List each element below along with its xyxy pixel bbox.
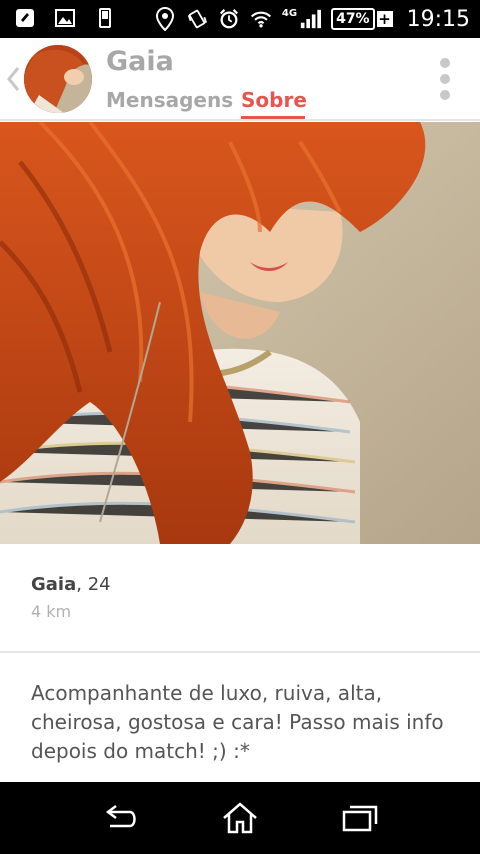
gallery-icon [54, 7, 76, 29]
tab-mensagens[interactable]: Mensagens [106, 88, 233, 112]
clock: 19:15 [406, 6, 470, 32]
profile-info: Gaia, 24 4 km [0, 545, 480, 651]
alarm-icon [218, 8, 240, 30]
chat-app-icon [14, 7, 36, 29]
notification-icons [14, 7, 116, 29]
location-icon [154, 7, 176, 31]
home-icon[interactable] [220, 800, 260, 836]
profile-distance: 4 km [31, 602, 72, 621]
recent-apps-icon[interactable] [340, 800, 380, 836]
profile-name: Gaia [31, 574, 77, 595]
phone-icon [94, 7, 116, 29]
back-icon[interactable] [100, 800, 140, 836]
status-bar: 4G 47% + 19:15 [0, 0, 480, 38]
charging-icon: + [376, 10, 393, 28]
overflow-menu-icon[interactable] [438, 58, 452, 100]
profile-age: , 24 [76, 574, 111, 595]
header-divider [0, 119, 480, 121]
vibrate-icon [186, 8, 208, 30]
profile-bio: Acompanhante de luxo, ruiva, alta, cheir… [31, 681, 444, 763]
avatar[interactable] [24, 45, 92, 113]
tab-sobre[interactable]: Sobre [241, 88, 307, 112]
profile-photo[interactable] [0, 122, 480, 544]
wifi-icon [250, 8, 272, 30]
battery-percent: 47% [331, 8, 375, 30]
section-divider [0, 651, 480, 653]
signal-icon [299, 8, 322, 30]
contact-name: Gaia [106, 46, 174, 77]
system-nav-bar [0, 782, 480, 854]
network-type-label: 4G [281, 7, 298, 19]
battery-indicator: 47% + [331, 8, 393, 30]
chat-header: Gaia Mensagens Sobre [0, 38, 480, 120]
profile-name-age: Gaia, 24 [31, 574, 111, 595]
back-chevron-icon[interactable] [4, 64, 22, 94]
